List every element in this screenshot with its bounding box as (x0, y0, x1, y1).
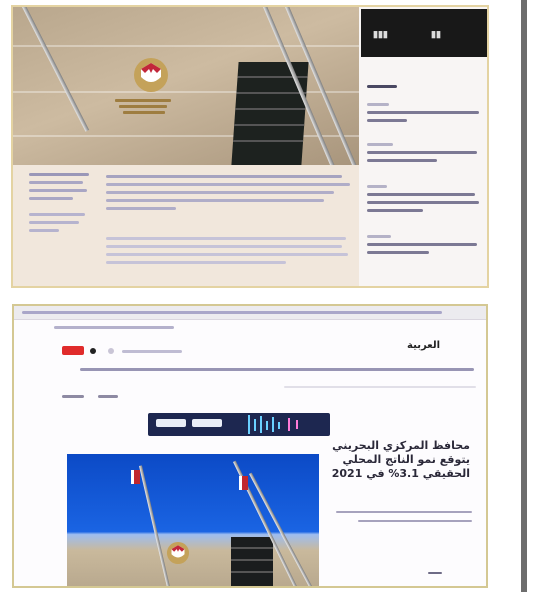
flagpole-icon (22, 7, 90, 132)
photo-arabic-article: العربية محافظ المركزي البحريني يتوقع نمو… (12, 304, 488, 588)
flag-icon (131, 470, 140, 484)
flag-icon (239, 476, 248, 490)
theme-toggle-icon[interactable] (90, 348, 96, 354)
search-icon[interactable] (108, 348, 114, 354)
bookmarks-bar (14, 306, 486, 320)
main-navigation (80, 365, 474, 375)
site-logo[interactable]: العربية (407, 340, 440, 351)
vertical-divider (521, 0, 527, 592)
photo-english-article: ▮▮▮ ▮▮ (11, 5, 489, 288)
article-headline[interactable]: محافظ المركزي البحريني يتوقع نمو الناتج … (305, 439, 470, 481)
building-signage (115, 99, 171, 117)
bahrain-emblem-icon (134, 58, 168, 92)
bahrain-emblem-icon (166, 541, 190, 565)
sidebar-ad-banner[interactable]: ▮▮▮ ▮▮ (361, 9, 487, 57)
read-next-sidebar: ▮▮▮ ▮▮ (359, 7, 487, 286)
flagpole-icon (139, 465, 172, 586)
article-hero-image (67, 454, 319, 586)
ad-banner[interactable] (148, 413, 330, 436)
building-window (231, 537, 273, 586)
photo-collage: ▮▮▮ ▮▮ العربية محافظ المركزي البحريني يت… (0, 0, 553, 592)
building-facade-image (13, 7, 359, 165)
live-button[interactable] (62, 346, 84, 355)
